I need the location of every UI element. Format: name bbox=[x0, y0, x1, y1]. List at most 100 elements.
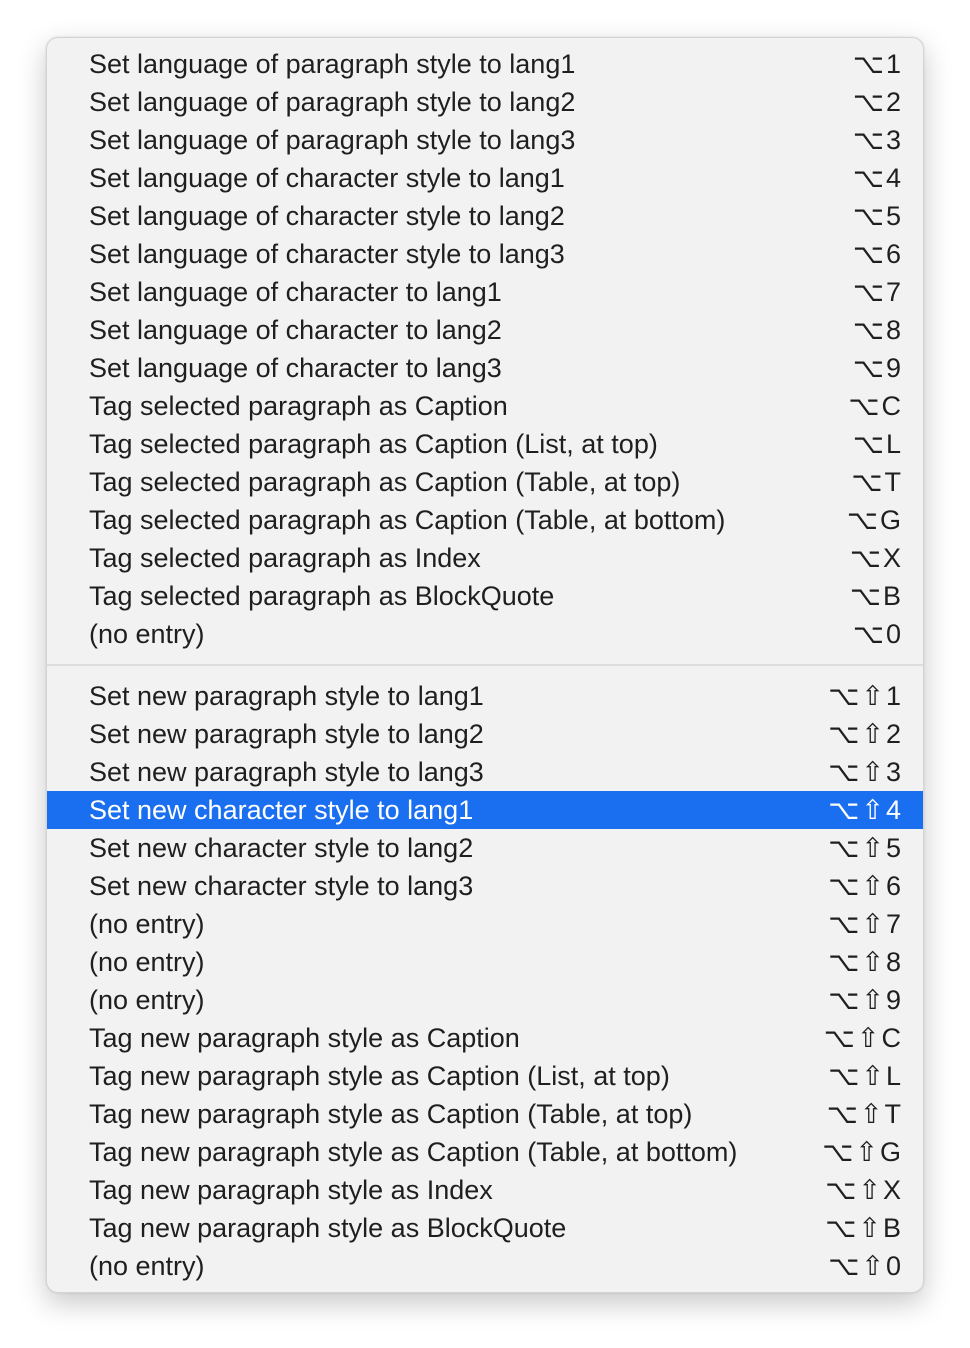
menu-item[interactable]: Set new character style to lang1 ⌥⇧4 bbox=[47, 791, 923, 829]
menu-item[interactable]: (no entry) ⌥⇧7 bbox=[47, 905, 923, 943]
menu-item-shortcut: ⌥⇧5 bbox=[828, 833, 903, 863]
menu-item[interactable]: Set language of character style to lang2… bbox=[47, 197, 923, 235]
menu-item-shortcut: ⌥⇧9 bbox=[828, 985, 903, 1015]
menu-item[interactable]: Set language of paragraph style to lang2… bbox=[47, 83, 923, 121]
menu-item-label: Set new paragraph style to lang2 bbox=[89, 719, 484, 749]
menu-item-label: Tag new paragraph style as Caption (Tabl… bbox=[89, 1099, 693, 1129]
menu-item[interactable]: Tag new paragraph style as Caption (Tabl… bbox=[47, 1133, 923, 1171]
menu-item[interactable]: Set new paragraph style to lang2 ⌥⇧2 bbox=[47, 715, 923, 753]
menu-item[interactable]: Set language of character style to lang3… bbox=[47, 235, 923, 273]
menu-item[interactable]: (no entry) ⌥0 bbox=[47, 615, 923, 653]
menu-item-shortcut: ⌥⇧T bbox=[826, 1099, 903, 1129]
menu-item[interactable]: Set language of character to lang3 ⌥9 bbox=[47, 349, 923, 387]
menu-item-shortcut: ⌥6 bbox=[852, 239, 903, 269]
menu-item-shortcut: ⌥⇧L bbox=[828, 1061, 903, 1091]
menu-item-shortcut: ⌥1 bbox=[852, 49, 903, 79]
menu-item-label: Set language of paragraph style to lang1 bbox=[89, 49, 576, 79]
menu-item-label: Tag new paragraph style as Caption bbox=[89, 1023, 520, 1053]
menu-item-shortcut: ⌥⇧1 bbox=[828, 681, 903, 711]
menu-item-shortcut: ⌥L bbox=[852, 429, 903, 459]
menu-item[interactable]: Set new character style to lang3 ⌥⇧6 bbox=[47, 867, 923, 905]
menu-item[interactable]: (no entry) ⌥⇧9 bbox=[47, 981, 923, 1019]
menu-item-label: Set new character style to lang2 bbox=[89, 833, 474, 863]
menu-item[interactable]: Tag selected paragraph as Caption ⌥C bbox=[47, 387, 923, 425]
menu-item-shortcut: ⌥⇧X bbox=[825, 1175, 903, 1205]
menu-item[interactable]: Tag selected paragraph as Caption (Table… bbox=[47, 463, 923, 501]
menu-item[interactable]: Set language of character style to lang1… bbox=[47, 159, 923, 197]
menu-item[interactable]: Set language of character to lang1 ⌥7 bbox=[47, 273, 923, 311]
menu-item-shortcut: ⌥5 bbox=[852, 201, 903, 231]
menu-item-label: Tag selected paragraph as BlockQuote bbox=[89, 581, 555, 611]
menu-item-label: (no entry) bbox=[89, 985, 205, 1015]
menu-item-shortcut: ⌥8 bbox=[852, 315, 903, 345]
menu-item-label: Set language of character style to lang1 bbox=[89, 163, 565, 193]
menu-item-shortcut: ⌥⇧C bbox=[823, 1023, 903, 1053]
menu-item[interactable]: Set language of paragraph style to lang3… bbox=[47, 121, 923, 159]
menu-item-shortcut: ⌥B bbox=[849, 581, 903, 611]
menu-item[interactable]: Tag selected paragraph as Caption (Table… bbox=[47, 501, 923, 539]
menu-item-label: Set language of paragraph style to lang2 bbox=[89, 87, 576, 117]
menu-item-shortcut: ⌥C bbox=[848, 391, 903, 421]
menu-item-shortcut: ⌥G bbox=[846, 505, 903, 535]
menu-item-label: Set language of character to lang3 bbox=[89, 353, 502, 383]
context-menu: Set language of paragraph style to lang1… bbox=[46, 37, 924, 1293]
menu-item-label: (no entry) bbox=[89, 1251, 205, 1281]
menu-group-new-style: Set new paragraph style to lang1 ⌥⇧1 Set n… bbox=[47, 677, 923, 1285]
menu-item[interactable]: Set new character style to lang2 ⌥⇧5 bbox=[47, 829, 923, 867]
menu-item-label: Set new paragraph style to lang3 bbox=[89, 757, 484, 787]
menu-item[interactable]: Set new paragraph style to lang3 ⌥⇧3 bbox=[47, 753, 923, 791]
menu-item-shortcut: ⌥2 bbox=[852, 87, 903, 117]
menu-item-shortcut: ⌥⇧B bbox=[825, 1213, 903, 1243]
menu-item-shortcut: ⌥⇧3 bbox=[828, 757, 903, 787]
menu-item[interactable]: Tag selected paragraph as Caption (List,… bbox=[47, 425, 923, 463]
menu-item-label: Tag new paragraph style as Caption (Tabl… bbox=[89, 1137, 738, 1167]
menu-separator bbox=[47, 653, 923, 677]
menu-item-label: Tag selected paragraph as Caption (Table… bbox=[89, 467, 681, 497]
menu-item-label: Set new character style to lang1 bbox=[89, 795, 474, 825]
menu-item[interactable]: Set new paragraph style to lang1 ⌥⇧1 bbox=[47, 677, 923, 715]
menu-item-shortcut: ⌥7 bbox=[852, 277, 903, 307]
menu-item-label: Set language of character style to lang3 bbox=[89, 239, 565, 269]
menu-group-current-selection: Set language of paragraph style to lang1… bbox=[47, 45, 923, 653]
menu-item-shortcut: ⌥⇧4 bbox=[828, 795, 903, 825]
menu-item-shortcut: ⌥T bbox=[851, 467, 903, 497]
menu-item[interactable]: Tag new paragraph style as Index ⌥⇧X bbox=[47, 1171, 923, 1209]
menu-item[interactable]: Tag selected paragraph as Index ⌥X bbox=[47, 539, 923, 577]
menu-item-label: Set language of paragraph style to lang3 bbox=[89, 125, 576, 155]
menu-item[interactable]: Set language of character to lang2 ⌥8 bbox=[47, 311, 923, 349]
menu-item-label: Tag selected paragraph as Caption bbox=[89, 391, 508, 421]
menu-item-shortcut: ⌥⇧2 bbox=[828, 719, 903, 749]
menu-item-label: Tag selected paragraph as Index bbox=[89, 543, 481, 573]
menu-item[interactable]: Tag selected paragraph as BlockQuote ⌥B bbox=[47, 577, 923, 615]
menu-item-shortcut: ⌥⇧8 bbox=[828, 947, 903, 977]
menu-item-shortcut: ⌥X bbox=[849, 543, 903, 573]
menu-item-shortcut: ⌥⇧G bbox=[822, 1137, 903, 1167]
menu-item-label: Set language of character style to lang2 bbox=[89, 201, 565, 231]
menu-item-shortcut: ⌥⇧7 bbox=[828, 909, 903, 939]
menu-item-label: Tag new paragraph style as Caption (List… bbox=[89, 1061, 670, 1091]
menu-item-shortcut: ⌥⇧6 bbox=[828, 871, 903, 901]
menu-item[interactable]: (no entry) ⌥⇧8 bbox=[47, 943, 923, 981]
menu-item[interactable]: Tag new paragraph style as Caption (Tabl… bbox=[47, 1095, 923, 1133]
menu-item-label: Set language of character to lang2 bbox=[89, 315, 502, 345]
menu-item-label: Set language of character to lang1 bbox=[89, 277, 502, 307]
menu-item-shortcut: ⌥0 bbox=[852, 619, 903, 649]
menu-item-label: Tag selected paragraph as Caption (List,… bbox=[89, 429, 658, 459]
menu-item-label: (no entry) bbox=[89, 947, 205, 977]
menu-item[interactable]: (no entry) ⌥⇧0 bbox=[47, 1247, 923, 1285]
menu-item-shortcut: ⌥⇧0 bbox=[828, 1251, 903, 1281]
menu-item-label: Tag new paragraph style as Index bbox=[89, 1175, 493, 1205]
menu-item-label: Set new character style to lang3 bbox=[89, 871, 474, 901]
menu-item-label: Tag selected paragraph as Caption (Table… bbox=[89, 505, 726, 535]
menu-item[interactable]: Tag new paragraph style as Caption ⌥⇧C bbox=[47, 1019, 923, 1057]
menu-item[interactable]: Tag new paragraph style as BlockQuote ⌥⇧B bbox=[47, 1209, 923, 1247]
menu-item-label: (no entry) bbox=[89, 909, 205, 939]
menu-item-shortcut: ⌥3 bbox=[852, 125, 903, 155]
menu-item-shortcut: ⌥4 bbox=[852, 163, 903, 193]
menu-item-label: Tag new paragraph style as BlockQuote bbox=[89, 1213, 567, 1243]
menu-item[interactable]: Tag new paragraph style as Caption (List… bbox=[47, 1057, 923, 1095]
menu-item[interactable]: Set language of paragraph style to lang1… bbox=[47, 45, 923, 83]
menu-item-label: (no entry) bbox=[89, 619, 205, 649]
menu-item-shortcut: ⌥9 bbox=[852, 353, 903, 383]
menu-item-label: Set new paragraph style to lang1 bbox=[89, 681, 484, 711]
